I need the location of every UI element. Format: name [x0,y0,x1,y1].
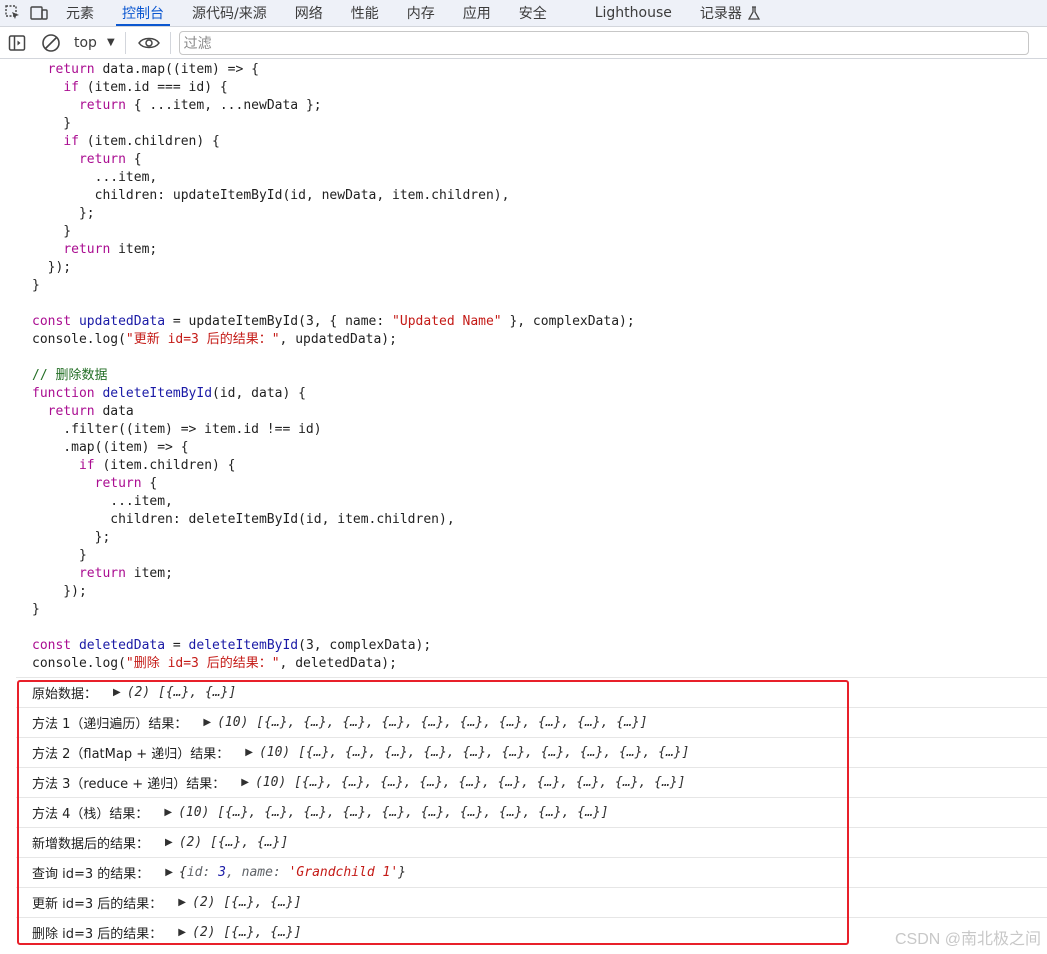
log-label: 原始数据： [32,687,98,702]
log-row: 原始数据： ▶ (2) [{…}, {…}] [16,677,1047,707]
log-row: 更新 id=3 后的结果： ▶ (2) [{…}, {…}] [16,887,1047,917]
clear-console-icon[interactable] [38,30,64,56]
code-line: ...item, [32,170,158,185]
device-toolbar-icon[interactable] [26,0,52,26]
expand-triangle-icon[interactable]: ▶ [178,927,186,938]
expand-triangle-icon[interactable]: ▶ [178,897,186,908]
expand-triangle-icon[interactable]: ▶ [245,747,253,758]
flask-icon [747,6,760,20]
code-line: console.log("删除 id=3 后的结果：", deletedData… [32,656,397,671]
code-line: children: updateItemById(id, newData, it… [32,188,510,203]
log-row: 方法 3（reduce + 递归）结果： ▶ (10) [{…}, {…}, {… [16,767,1047,797]
code-line: return { [94,476,158,491]
toolbar-divider [169,31,171,54]
log-value[interactable]: (2) [{…}, {…}] [192,925,302,940]
live-expression-eye-icon[interactable] [136,30,162,56]
code-line: children: deleteItemById(id, item.childr… [32,512,455,527]
console-toolbar: top ▼ [0,27,1047,59]
code-echo: return data.map((item) => { if (item.id … [32,61,635,673]
log-label: 查询 id=3 的结果： [32,867,150,882]
log-label: 更新 id=3 后的结果： [32,897,163,912]
dropdown-arrow-icon: ▼ [106,37,115,48]
log-row: 删除 id=3 后的结果： ▶ (2) [{…}, {…}] [16,917,1047,947]
watermark: CSDN @南北极之间 [894,931,1041,948]
log-value[interactable]: (10) [{…}, {…}, {…}, {…}, {…}, {…}, {…},… [259,745,689,760]
code-line: return { [78,152,142,167]
tab-sources[interactable]: 源代码/来源 [178,0,281,26]
expand-triangle-icon[interactable]: ▶ [241,777,249,788]
tab-recorder-label: 记录器 [699,6,742,22]
log-label: 方法 4（栈）结果： [32,807,149,822]
code-line: } [32,278,40,293]
code-line: if (item.id === id) { [63,80,228,95]
expand-triangle-icon[interactable]: ▶ [113,687,121,698]
log-label: 方法 1（递归遍历）结果： [32,717,188,732]
log-value[interactable]: (10) [{…}, {…}, {…}, {…}, {…}, {…}, {…},… [255,775,685,790]
code-line: const deletedData = deleteItemById(3, co… [32,638,432,653]
code-line: }; [32,530,111,545]
expand-triangle-icon[interactable]: ▶ [203,717,211,728]
sidebar-toggle-icon[interactable] [4,30,30,56]
log-value[interactable]: (2) [{…}, {…}] [192,895,302,910]
tab-application[interactable]: 应用 [449,0,505,26]
log-row: 查询 id=3 的结果： ▶ {id: 3, name: 'Grandchild… [16,857,1047,887]
code-line: }); [32,584,87,599]
code-line: .filter((item) => item.id !== id) [32,422,322,437]
tab-lighthouse[interactable]: Lighthouse [581,0,686,26]
code-line: // 删除数据 [32,368,108,383]
inspect-element-icon[interactable] [0,0,26,26]
code-line: return data.map((item) => { [47,62,259,77]
expand-triangle-icon[interactable]: ▶ [165,837,173,848]
tab-network[interactable]: 网络 [281,0,337,26]
devtools-tab-bar: 元素 控制台 源代码/来源 网络 性能 内存 应用 安全 Lighthouse … [0,0,1047,27]
tab-console[interactable]: 控制台 [108,0,178,26]
log-label: 方法 3（reduce + 递归）结果： [32,777,226,792]
tab-memory[interactable]: 内存 [393,0,449,26]
code-line: function deleteItemById(id, data) { [32,386,306,401]
code-line: } [32,224,72,239]
log-row: 新增数据后的结果： ▶ (2) [{…}, {…}] [16,827,1047,857]
tab-performance[interactable]: 性能 [337,0,393,26]
code-line: console.log("更新 id=3 后的结果：", updatedData… [32,332,397,347]
tab-recorder[interactable]: 记录器 [686,0,774,26]
expand-triangle-icon[interactable]: ▶ [165,867,173,878]
log-value[interactable]: (2) [{…}, {…}] [127,685,237,700]
code-line: if (item.children) { [78,458,236,473]
code-line: } [32,602,40,617]
code-line: return { ...item, ...newData }; [78,98,322,113]
code-line: return item; [63,242,158,257]
context-selector-label: top [74,34,97,51]
toolbar-divider [124,31,126,54]
log-value[interactable]: (10) [{…}, {…}, {…}, {…}, {…}, {…}, {…},… [217,715,647,730]
log-row: 方法 2（flatMap + 递归）结果： ▶ (10) [{…}, {…}, … [16,737,1047,767]
filter-input[interactable] [178,30,1029,55]
log-value[interactable]: (2) [{…}, {…}] [179,835,289,850]
expand-triangle-icon[interactable]: ▶ [164,807,172,818]
code-line: const updatedData = updateItemById(3, { … [32,314,635,329]
code-line: return item; [78,566,173,581]
code-line: .map((item) => { [32,440,189,455]
code-line: }); [32,260,72,275]
log-object-value[interactable]: {id: 3, name: 'Grandchild 1'} [179,865,406,880]
code-line: return data [47,404,134,419]
tab-security[interactable]: 安全 [505,0,561,26]
code-line: ...item, [32,494,173,509]
log-value[interactable]: (10) [{…}, {…}, {…}, {…}, {…}, {…}, {…},… [178,805,608,820]
log-label: 方法 2（flatMap + 递归）结果： [32,747,230,762]
tab-elements[interactable]: 元素 [52,0,108,26]
log-row: 方法 4（栈）结果： ▶ (10) [{…}, {…}, {…}, {…}, {… [16,797,1047,827]
code-line: } [32,548,87,563]
code-line: if (item.children) { [63,134,220,149]
code-line: }; [32,206,95,221]
code-line: } [32,116,72,131]
context-selector[interactable]: top ▼ [74,35,115,51]
log-label: 删除 id=3 后的结果： [32,927,163,942]
log-label: 新增数据后的结果： [32,837,150,852]
log-row: 方法 1（递归遍历）结果： ▶ (10) [{…}, {…}, {…}, {…}… [16,707,1047,737]
